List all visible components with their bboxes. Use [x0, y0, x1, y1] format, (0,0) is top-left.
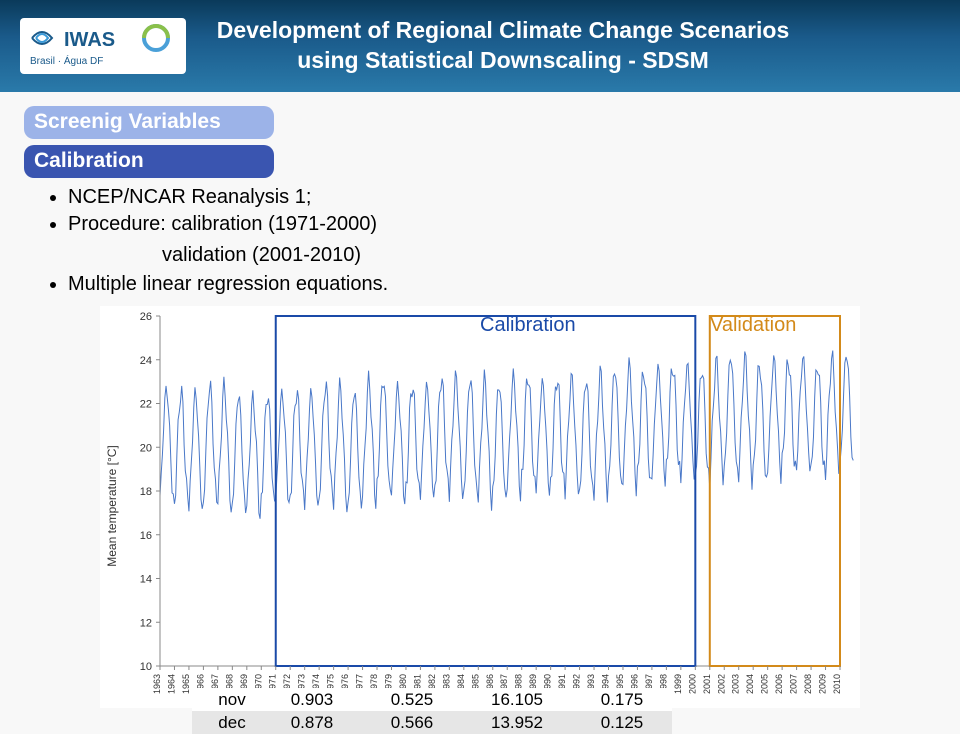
svg-text:Mean temperature [°C]: Mean temperature [°C] — [105, 445, 119, 567]
cell-c: 13.952 — [462, 713, 572, 733]
svg-text:2006: 2006 — [774, 674, 784, 694]
svg-text:12: 12 — [140, 617, 152, 629]
cell-a: 0.878 — [262, 713, 362, 733]
bullet-validation-sub: validation (2001-2010) — [24, 244, 936, 267]
cell-b: 0.566 — [362, 713, 462, 733]
svg-text:2002: 2002 — [716, 674, 726, 694]
logo-block: IWAS Brasil · Água DF — [20, 18, 186, 74]
svg-text:20: 20 — [140, 442, 152, 454]
svg-text:14: 14 — [140, 574, 152, 586]
svg-text:18: 18 — [140, 486, 152, 498]
cell-b: 0.525 — [362, 690, 462, 710]
main-content: Screenig Variables Calibration NCEP/NCAR… — [0, 92, 960, 708]
svg-text:IWAS: IWAS — [64, 29, 115, 51]
tag-row-calibration: Calibration — [24, 145, 936, 178]
svg-text:1999: 1999 — [673, 674, 683, 694]
cell-month: dec — [192, 713, 262, 733]
svg-text:2000: 2000 — [687, 674, 697, 694]
table-row: nov 0.903 0.525 16.105 0.175 — [192, 688, 672, 711]
tag-row-screening: Screenig Variables — [24, 106, 936, 139]
bullet-list-2: Multiple linear regression equations. — [24, 271, 936, 298]
svg-text:24: 24 — [140, 355, 152, 367]
app-header: IWAS Brasil · Água DF Development of Reg… — [0, 0, 960, 92]
svg-text:26: 26 — [140, 311, 152, 323]
svg-text:2005: 2005 — [760, 674, 770, 694]
bullet-list: NCEP/NCAR Reanalysis 1; Procedure: calib… — [24, 184, 936, 238]
page-title: Development of Regional Climate Change S… — [186, 16, 940, 76]
svg-text:Brasil · Água DF: Brasil · Água DF — [30, 54, 103, 67]
svg-text:2007: 2007 — [789, 674, 799, 694]
validation-label: Validation — [710, 314, 796, 337]
svg-text:10: 10 — [140, 661, 152, 673]
bullet-mlr: Multiple linear regression equations. — [68, 271, 936, 298]
title-line-1: Development of Regional Climate Change S… — [217, 17, 790, 43]
tag-screening: Screenig Variables — [24, 106, 274, 139]
svg-text:2008: 2008 — [803, 674, 813, 694]
svg-text:22: 22 — [140, 399, 152, 411]
title-line-2: using Statistical Downscaling - SDSM — [297, 47, 709, 73]
temperature-chart: Mean temperature [°C] 10 12 14 16 18 20 22 24 26… — [100, 306, 860, 708]
svg-text:16: 16 — [140, 530, 152, 542]
chart-svg: Mean temperature [°C] 10 12 14 16 18 20 22 24 26… — [100, 306, 860, 708]
svg-text:1964: 1964 — [166, 674, 176, 694]
svg-text:2004: 2004 — [745, 674, 755, 694]
svg-text:2003: 2003 — [731, 674, 741, 694]
cell-d: 0.125 — [572, 713, 672, 733]
calibration-label: Calibration — [480, 314, 576, 337]
cell-c: 16.105 — [462, 690, 572, 710]
svg-text:1963: 1963 — [152, 674, 162, 694]
svg-text:2010: 2010 — [832, 674, 842, 694]
iwas-logo-icon: IWAS Brasil · Água DF — [28, 22, 178, 70]
svg-text:1965: 1965 — [181, 674, 191, 694]
bullet-procedure: Procedure: calibration (1971-2000) — [68, 211, 936, 238]
svg-text:2009: 2009 — [818, 674, 828, 694]
tag-calibration: Calibration — [24, 145, 274, 178]
cell-a: 0.903 — [262, 690, 362, 710]
cell-d: 0.175 — [572, 690, 672, 710]
cell-month: nov — [192, 690, 262, 710]
stats-table-fragment: nov 0.903 0.525 16.105 0.175 dec 0.878 0… — [192, 688, 672, 734]
svg-text:2001: 2001 — [702, 674, 712, 694]
bullet-ncep: NCEP/NCAR Reanalysis 1; — [68, 184, 936, 211]
table-row: dec 0.878 0.566 13.952 0.125 — [192, 711, 672, 734]
